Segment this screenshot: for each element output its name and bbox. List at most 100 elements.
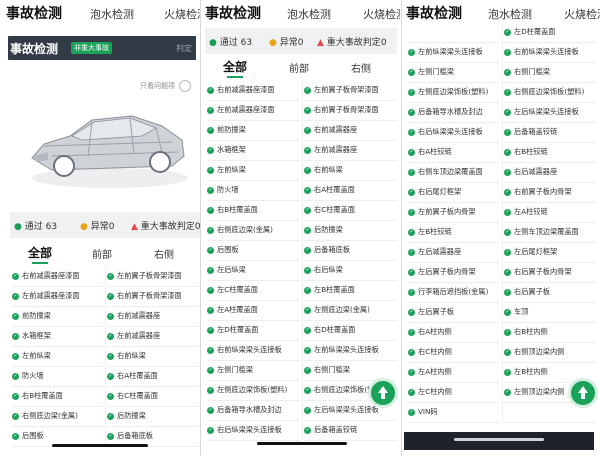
- check-item[interactable]: ✓ 右前纵梁: [304, 160, 397, 181]
- check-item[interactable]: ✓ 左前纵梁: [207, 160, 300, 181]
- check-item[interactable]: ✓ 右侧车顶边梁覆盖面: [408, 162, 500, 183]
- check-item[interactable]: ✓ 防火墙: [207, 180, 300, 201]
- check-item[interactable]: ✓ 左侧门槛梁: [207, 360, 300, 381]
- check-item[interactable]: ✓ 左后尾灯框架: [504, 242, 596, 263]
- check-item[interactable]: ✓ 左侧底边梁(金属): [304, 300, 397, 321]
- check-item[interactable]: ✓ 右前翼子板内骨架: [504, 182, 596, 203]
- check-item[interactable]: ✓ 右C柱覆盖面: [107, 386, 198, 407]
- check-item[interactable]: ✓ 水箱框架: [12, 326, 103, 347]
- check-item[interactable]: ✓ 左D柱覆盖面: [207, 320, 300, 341]
- check-item[interactable]: ✓ 右侧门槛梁: [504, 62, 596, 83]
- upload-arrow-icon[interactable]: [568, 378, 598, 408]
- check-item[interactable]: ✓ 左B柱铰链: [408, 222, 500, 243]
- tab-water[interactable]: 泡水检测: [90, 6, 134, 22]
- check-item[interactable]: ✓ 右前翼子板骨架漆面: [304, 100, 397, 121]
- check-item[interactable]: [408, 22, 500, 43]
- check-item[interactable]: ✓ 右后减震器座: [504, 162, 596, 183]
- filter-tab-all[interactable]: 全部: [28, 244, 52, 261]
- check-item[interactable]: ✓ 左侧底边梁饰板(塑料): [207, 380, 300, 401]
- check-item[interactable]: ✓ 右侧顶边梁内侧: [504, 342, 596, 363]
- check-item[interactable]: ✓ 右侧底边梁饰板(塑料): [504, 82, 596, 103]
- check-item[interactable]: ✓ 右B柱覆盖面: [207, 200, 300, 221]
- check-item[interactable]: ✓ 防火墙: [12, 366, 103, 387]
- tab-accident[interactable]: 事故检测: [6, 3, 62, 23]
- check-item[interactable]: ✓ 后备箱盖铰链: [504, 122, 596, 143]
- check-item[interactable]: ✓ 左侧门槛梁: [408, 62, 500, 83]
- check-item[interactable]: ✓ 水箱框架: [207, 140, 300, 161]
- check-item[interactable]: ✓ 右后纵梁: [304, 260, 397, 281]
- check-item[interactable]: ✓ 右A柱铰链: [408, 142, 500, 163]
- check-item[interactable]: ✓ 左侧车顶边梁覆盖面: [504, 222, 596, 243]
- check-item[interactable]: ✓ 后围板: [207, 240, 300, 261]
- check-item[interactable]: ✓ 右A柱覆盖面: [107, 366, 198, 387]
- check-item[interactable]: ✓ 左前纵梁梁头连接板: [408, 42, 500, 63]
- check-item[interactable]: ✓ VIN码: [408, 402, 500, 423]
- check-item[interactable]: ✓ 左前减震器座漆面: [207, 100, 300, 121]
- tab-fire[interactable]: 火烧检测: [564, 6, 600, 22]
- check-item[interactable]: ✓ 左前减震器座: [304, 140, 397, 161]
- tab-fire[interactable]: 火烧检测: [363, 6, 400, 22]
- check-item[interactable]: ✓ 左后纵梁: [207, 260, 300, 281]
- check-item[interactable]: ✓ 左A柱铰链: [504, 202, 596, 223]
- filter-tab-right[interactable]: 右侧: [351, 60, 371, 75]
- check-item[interactable]: ✓ 后备箱盖铰链: [304, 420, 397, 441]
- check-item[interactable]: ✓ 左前翼子板骨架漆面: [304, 80, 397, 101]
- check-item[interactable]: ✓ 右后纵梁梁头连接板: [207, 420, 300, 441]
- toggle-circle-icon[interactable]: [179, 80, 191, 92]
- tab-accident[interactable]: 事故检测: [205, 3, 261, 23]
- check-item[interactable]: ✓ 右前减震器座: [107, 306, 198, 327]
- check-item[interactable]: ✓ 右后翼子板内骨架: [504, 262, 596, 283]
- check-item[interactable]: ✓ 左A柱覆盖面: [207, 300, 300, 321]
- check-item[interactable]: ✓ 右前纵梁: [107, 346, 198, 367]
- check-item[interactable]: ✓ 右C柱覆盖面: [304, 200, 397, 221]
- check-item[interactable]: ✓ 右后翼子板: [504, 282, 596, 303]
- check-item[interactable]: ✓ 左前减震器座: [107, 326, 198, 347]
- check-item[interactable]: ✓ 左后翼子板: [408, 302, 500, 323]
- check-item[interactable]: ✓ 右前纵梁梁头连接板: [207, 340, 300, 361]
- check-item[interactable]: ✓ 右B柱内侧: [504, 322, 596, 343]
- check-item[interactable]: ✓ 车顶: [504, 302, 596, 323]
- check-item[interactable]: ✓ 右C柱内侧: [408, 342, 500, 363]
- check-item[interactable]: ✓ 左前减震器座漆面: [12, 286, 103, 307]
- check-item[interactable]: ✓ 行李箱后遮挡板(金属): [408, 282, 500, 303]
- check-item[interactable]: ✓ 左前翼子板内骨架: [408, 202, 500, 223]
- check-item[interactable]: ✓ 左前纵梁: [12, 346, 103, 367]
- check-item[interactable]: ✓ 右前翼子板骨架漆面: [107, 286, 198, 307]
- tab-fire[interactable]: 火烧检测: [164, 6, 200, 22]
- check-item[interactable]: ✓ 右B柱覆盖面: [12, 386, 103, 407]
- check-item[interactable]: ✓ 左前翼子板骨架漆面: [107, 266, 198, 287]
- filter-tab-right[interactable]: 右侧: [154, 246, 174, 261]
- check-item[interactable]: ✓ 后备箱底板: [304, 240, 397, 261]
- check-item[interactable]: ✓ 后防撞梁: [107, 406, 198, 427]
- check-item[interactable]: ✓ 右侧底边梁(金属): [207, 220, 300, 241]
- tab-water[interactable]: 泡水检测: [287, 6, 331, 22]
- check-item[interactable]: ✓ 右D柱覆盖面: [304, 320, 397, 341]
- check-item[interactable]: ✓ 右前减震器座漆面: [207, 80, 300, 101]
- check-item[interactable]: ✓ 左C柱覆盖面: [207, 280, 300, 301]
- check-item[interactable]: ✓ 右A柱覆盖面: [304, 180, 397, 201]
- check-item[interactable]: ✓ 后备箱导水槽及封边: [408, 102, 500, 123]
- check-item[interactable]: ✓ 右A柱内侧: [408, 322, 500, 343]
- only-issues-toggle[interactable]: 只看问题项: [140, 80, 191, 92]
- check-item[interactable]: ✓ 左后翼子板内骨架: [408, 262, 500, 283]
- tab-water[interactable]: 泡水检测: [488, 6, 532, 22]
- upload-arrow-icon[interactable]: [368, 378, 398, 408]
- filter-tab-all[interactable]: 全部: [223, 58, 247, 75]
- filter-tab-front[interactable]: 前部: [289, 60, 309, 75]
- check-item[interactable]: ✓ 左A柱内侧: [408, 362, 500, 383]
- check-item[interactable]: ✓ 右B柱铰链: [504, 142, 596, 163]
- check-item[interactable]: ✓ 右前减震器座漆面: [12, 266, 103, 287]
- check-item[interactable]: ✓ 右前纵梁梁头连接板: [504, 42, 596, 63]
- check-item[interactable]: ✓ 左D柱覆盖面: [504, 22, 596, 43]
- check-item[interactable]: ✓ 前防撞梁: [12, 306, 103, 327]
- check-item[interactable]: ✓ 右侧底边梁(金属): [12, 406, 103, 427]
- check-item[interactable]: ✓ 右后尾灯框架: [408, 182, 500, 203]
- check-item[interactable]: ✓ 右前减震器座: [304, 120, 397, 141]
- check-item[interactable]: ✓ 左C柱内侧: [408, 382, 500, 403]
- tab-accident[interactable]: 事故检测: [406, 3, 462, 23]
- check-item[interactable]: ✓ 右后纵梁梁头连接板: [408, 122, 500, 143]
- check-item[interactable]: ✓ 左前纵梁梁头连接板: [304, 340, 397, 361]
- check-item[interactable]: ✓ 后防撞梁: [304, 220, 397, 241]
- check-item[interactable]: ✓ 左后纵梁梁头连接板: [504, 102, 596, 123]
- check-item[interactable]: ✓ 后备箱导水槽及封边: [207, 400, 300, 421]
